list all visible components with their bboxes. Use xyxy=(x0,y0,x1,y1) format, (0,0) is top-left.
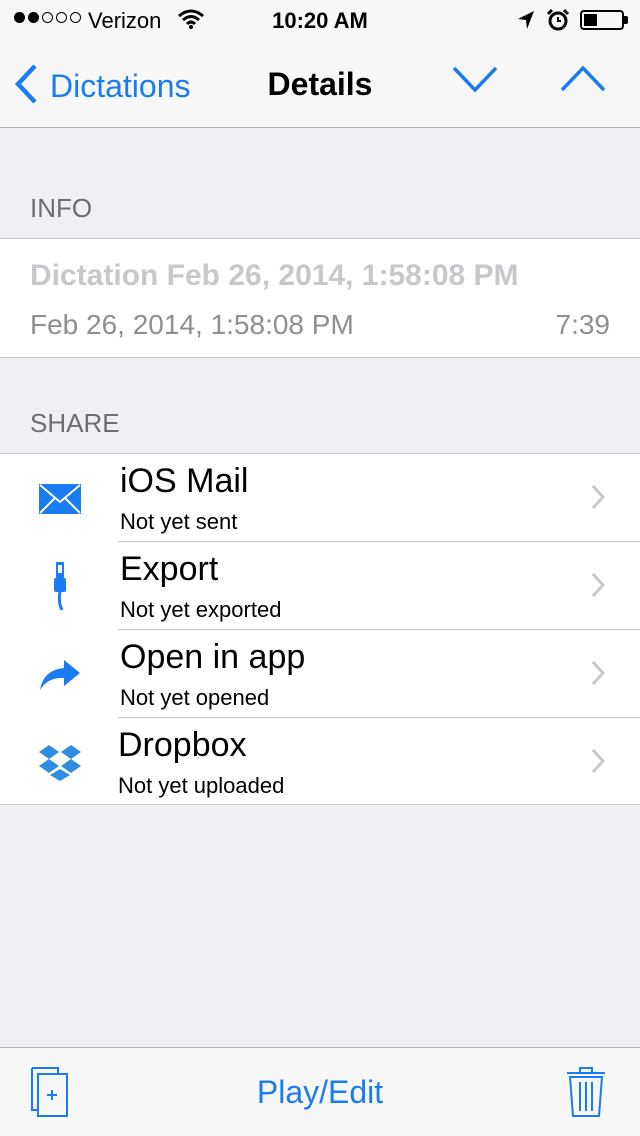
dictation-duration: 7:39 xyxy=(555,309,611,340)
battery-icon xyxy=(580,10,628,30)
chevron-right-icon xyxy=(590,572,606,603)
share-item-label: iOS Mail xyxy=(120,462,249,500)
chevron-right-icon xyxy=(590,748,606,779)
share-item-open-in-app[interactable]: Open in app Not yet opened xyxy=(0,630,640,718)
chevron-down-icon[interactable] xyxy=(452,64,498,99)
share-item-status: Not yet sent xyxy=(120,509,238,534)
page-title: Details xyxy=(267,66,373,102)
share-item-label: Dropbox xyxy=(118,726,247,764)
trash-icon[interactable] xyxy=(566,1066,606,1123)
share-arrow-icon xyxy=(32,650,88,700)
status-bar: Verizon 10:20 AM xyxy=(0,0,640,40)
share-list: iOS Mail Not yet sent Export Not yet exp… xyxy=(0,453,640,805)
status-time: 10:20 AM xyxy=(272,8,368,33)
share-item-status: Not yet opened xyxy=(120,685,270,710)
share-item-status: Not yet exported xyxy=(120,597,282,622)
dictation-title: Dictation Feb 26, 2014, 1:58:08 PM xyxy=(30,259,519,292)
share-item-export[interactable]: Export Not yet exported xyxy=(0,542,640,630)
alarm-icon xyxy=(546,8,570,37)
dictation-date: Feb 26, 2014, 1:58:08 PM xyxy=(30,309,354,340)
new-document-icon[interactable] xyxy=(30,1066,70,1123)
share-item-label: Export xyxy=(120,550,219,588)
share-item-label: Open in app xyxy=(120,638,306,676)
play-edit-button[interactable]: Play/Edit xyxy=(200,1074,440,1111)
back-button[interactable]: Dictations xyxy=(14,63,191,109)
share-item-status: Not yet uploaded xyxy=(118,773,285,798)
top-bar: Verizon 10:20 AM Dictations Details xyxy=(0,0,640,128)
share-section-header: SHARE xyxy=(30,408,120,438)
back-button-label: Dictations xyxy=(50,67,191,104)
share-item-dropbox[interactable]: Dropbox Not yet uploaded xyxy=(0,718,640,806)
chevron-right-icon xyxy=(590,484,606,515)
share-item-ios-mail[interactable]: iOS Mail Not yet sent xyxy=(0,454,640,542)
mail-icon xyxy=(32,474,88,524)
info-section-header: INFO xyxy=(30,193,93,223)
info-card: Dictation Feb 26, 2014, 1:58:08 PM Feb 2… xyxy=(0,238,640,358)
location-icon xyxy=(516,9,536,36)
chevron-up-icon[interactable] xyxy=(560,64,606,99)
chevron-right-icon xyxy=(590,660,606,691)
lightning-cable-icon xyxy=(32,562,88,612)
bottom-toolbar: Play/Edit xyxy=(0,1047,640,1136)
chevron-left-icon xyxy=(14,63,38,109)
dropbox-icon xyxy=(32,738,88,788)
